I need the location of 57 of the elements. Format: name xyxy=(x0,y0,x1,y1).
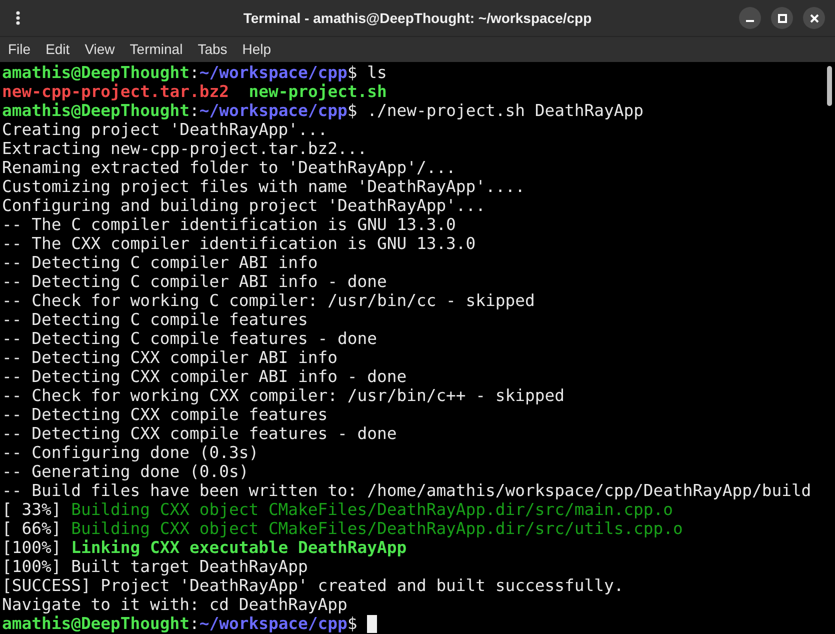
output-text: [SUCCESS] Project 'DeathRayApp' created and built successfully. xyxy=(2,576,624,595)
close-icon xyxy=(810,14,818,22)
maximize-icon xyxy=(778,14,786,22)
menu-item[interactable]: View xyxy=(84,39,115,60)
output-text: [ 33%] xyxy=(2,500,62,519)
output-text: $ ./new-project.sh DeathRayApp xyxy=(347,101,644,120)
output-text: [100%] xyxy=(2,538,62,557)
build-step: Building CXX object CMakeFiles/DeathRayApp.dir/src/utils.cpp.o xyxy=(71,519,683,538)
output-text: Configuring and building project 'DeathRayApp'... xyxy=(2,196,486,215)
output-text: -- Check for working CXX compiler: /usr/bin/c++ - skipped xyxy=(2,386,564,405)
output-text: [ 66%] xyxy=(2,519,62,538)
minimize-button[interactable] xyxy=(739,7,761,29)
menu-dots-icon[interactable] xyxy=(16,11,20,25)
output-text: Creating project 'DeathRayApp'... xyxy=(2,120,328,139)
output-text: -- Detecting CXX compile features - done xyxy=(2,424,397,443)
output-text: -- Generating done (0.0s) xyxy=(2,462,249,481)
prompt-user: amathis@DeepThought xyxy=(2,63,190,82)
output-text: -- Detecting CXX compiler ABI info - done xyxy=(2,367,407,386)
output-text: -- Detecting C compiler ABI info xyxy=(2,253,318,272)
output-text: Navigate to it with: cd DeathRayApp xyxy=(2,595,348,614)
menu-item[interactable]: Terminal xyxy=(130,39,183,60)
output-text: -- Detecting C compile features xyxy=(2,310,308,329)
output-text: -- The CXX compiler identification is GNU 13.3.0 xyxy=(2,234,476,253)
output-text: [100%] Built target DeathRayApp xyxy=(2,557,308,576)
archive-file: new-cpp-project.tar.bz2 xyxy=(2,82,229,101)
output-text: -- Detecting CXX compiler ABI info xyxy=(2,348,338,367)
output-text: : xyxy=(190,63,200,82)
link-step: Linking CXX executable DeathRayApp xyxy=(71,538,407,557)
output-text: -- Detecting C compiler ABI info - done xyxy=(2,272,387,291)
output-text: Renaming extracted folder to 'DeathRayApp'/... xyxy=(2,158,456,177)
output-text: -- Detecting CXX compile features xyxy=(2,405,328,424)
prompt-path: ~/workspace/cpp xyxy=(199,63,348,82)
menu-item[interactable]: File xyxy=(8,39,31,60)
maximize-button[interactable] xyxy=(771,7,793,29)
output-text: : xyxy=(190,101,200,120)
output-text: -- The C compiler identification is GNU 13.3.0 xyxy=(2,215,456,234)
build-step: Building CXX object CMakeFiles/DeathRayApp.dir/src/main.cpp.o xyxy=(71,500,674,519)
prompt-path: ~/workspace/cpp xyxy=(199,101,348,120)
output-text: -- Build files have been written to: /home/amathis/workspace/cpp/DeathRayApp/build xyxy=(2,481,812,500)
menu-item[interactable]: Tabs xyxy=(198,39,228,60)
output-text: Customizing project files with name 'DeathRayApp'.... xyxy=(2,177,526,196)
scrollbar-thumb[interactable] xyxy=(827,66,832,106)
executable-file: new-project.sh xyxy=(248,82,387,101)
output-text: -- Configuring done (0.3s) xyxy=(2,443,259,462)
output-text: -- Check for working C compiler: /usr/bin/cc - skipped xyxy=(2,291,535,310)
output-text: $ xyxy=(347,614,358,633)
output-text: : xyxy=(190,614,200,633)
window-title: Terminal - amathis@DeepThought: ~/workspace/cpp xyxy=(243,8,592,28)
prompt-path: ~/workspace/cpp xyxy=(199,614,348,633)
prompt-user: amathis@DeepThought xyxy=(2,614,190,633)
menu-item[interactable]: Edit xyxy=(46,39,70,60)
close-button[interactable] xyxy=(803,7,825,29)
output-text: -- Detecting C compile features - done xyxy=(2,329,377,348)
menu-item[interactable]: Help xyxy=(242,39,272,60)
output-text: $ ls xyxy=(347,63,387,82)
output-text: Extracting new-cpp-project.tar.bz2... xyxy=(2,139,368,158)
prompt-user: amathis@DeepThought xyxy=(2,101,190,120)
